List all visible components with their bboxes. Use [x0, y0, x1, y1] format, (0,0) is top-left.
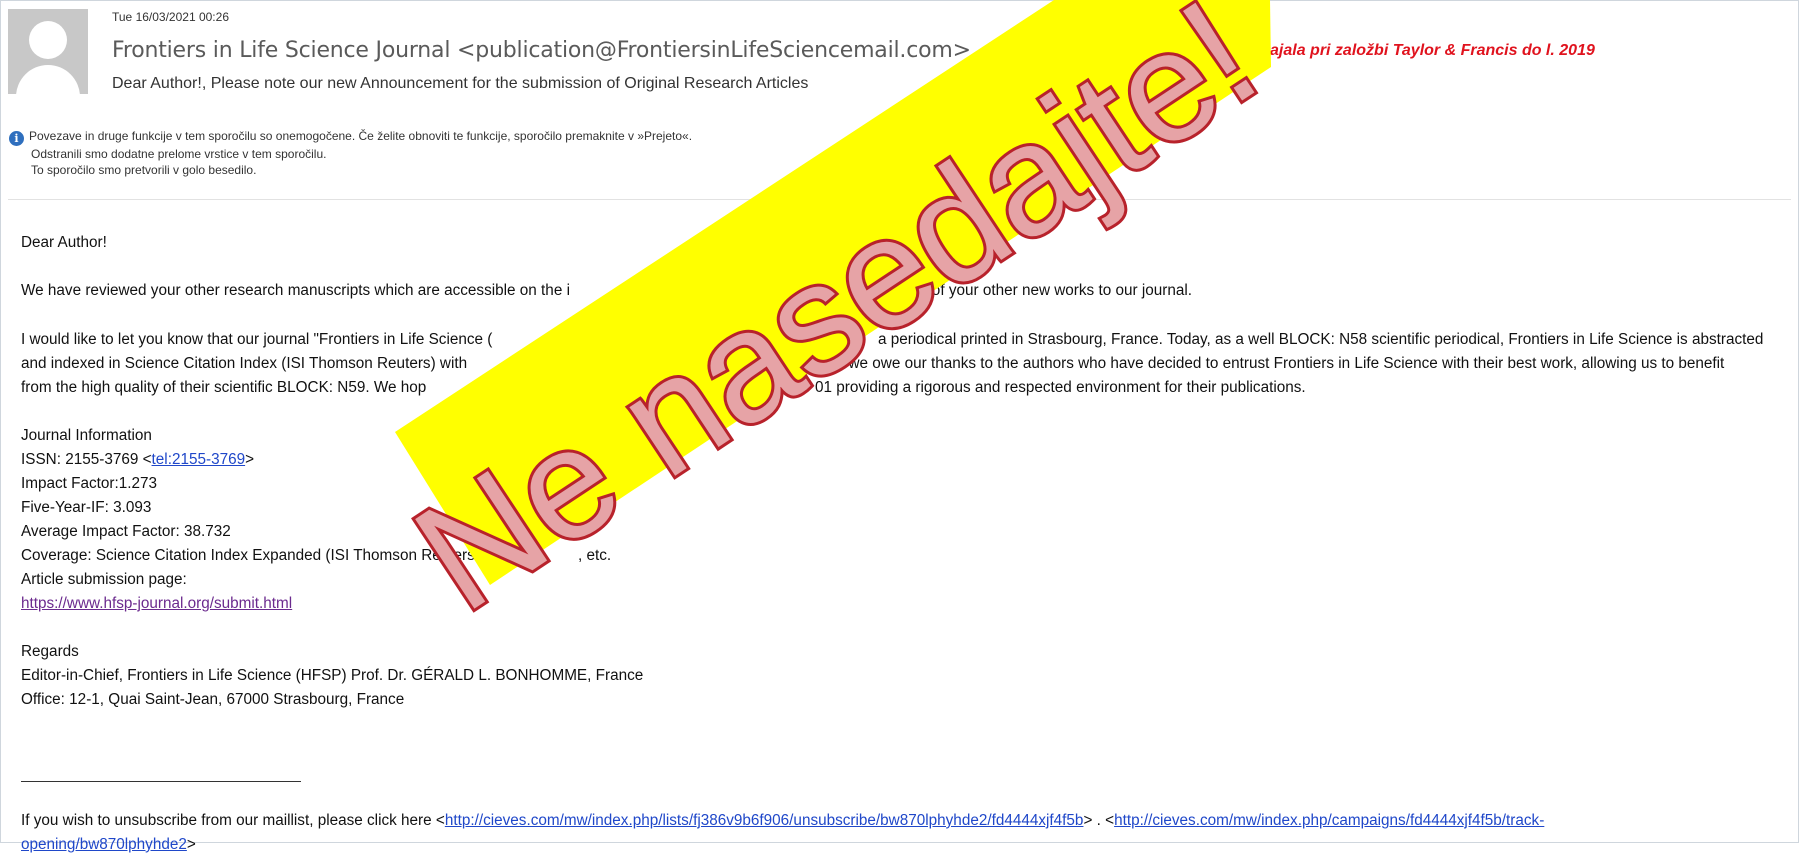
info-text-3: To sporočilo smo pretvorili v golo besed…	[31, 163, 257, 177]
paragraph-2-line-1b: a periodical printed in Strasbourg, Fran…	[878, 331, 1764, 348]
paragraph-2-line-3a: from the high quality of their scientifi…	[21, 379, 427, 396]
track-line-2: opening/bw870lphyhde2>	[21, 833, 1791, 857]
paragraph-2-line-2b: , we owe our thanks to the authors who h…	[840, 355, 1725, 372]
paragraph-1: We have reviewed your other research man…	[21, 282, 1192, 300]
info-text-2: Odstranili smo dodatne prelome vrstice v…	[31, 147, 327, 161]
message-window	[0, 0, 1799, 843]
footer-separator	[21, 781, 301, 782]
header-divider	[8, 199, 1791, 200]
issn-link[interactable]: tel:2155-3769	[152, 451, 246, 468]
submission-link[interactable]: https://www.hfsp-journal.org/submit.html	[21, 595, 292, 612]
greeting: Dear Author!	[21, 234, 107, 251]
five-year-if: Five-Year-IF: 3.093	[21, 499, 152, 516]
info-line-links-disabled[interactable]: i Povezave in druge funkcije v tem sporoč…	[9, 128, 692, 146]
info-icon: i	[9, 131, 24, 146]
coverage-end: , etc.	[578, 547, 612, 564]
issn-line: ISSN: 2155-3769 <tel:2155-3769>	[21, 448, 1791, 472]
track-close: >	[186, 836, 196, 853]
track-link[interactable]: http://cieves.com/mw/index.php/campaigns…	[1114, 812, 1544, 829]
impact-factor: Impact Factor:1.273	[21, 475, 158, 492]
message-subject: Dear Author!, Please note our new Announ…	[112, 75, 809, 92]
submission-line: https://www.hfsp-journal.org/submit.html	[21, 592, 1791, 616]
paragraph-2: I would like to let you know that our jo…	[21, 328, 1791, 400]
track-link-continued[interactable]: opening/bw870lphyhde2	[21, 836, 187, 853]
unsubscribe-link[interactable]: http://cieves.com/mw/index.php/lists/fj3…	[445, 812, 1084, 829]
signature-block: Regards Editor-in-Chief, Frontiers in Li…	[21, 640, 1791, 712]
paragraph-1-end: it any of your other new works to our jo…	[891, 282, 1192, 299]
average-impact-factor: Average Impact Factor: 38.732	[21, 523, 231, 540]
sender-avatar	[8, 9, 88, 94]
sender-name[interactable]: Frontiers in Life Science Journal <publi…	[112, 38, 971, 63]
editor-line: Editor-in-Chief, Frontiers in Life Scien…	[21, 667, 644, 684]
issn-close: >	[245, 451, 255, 468]
avatar-head-shape	[29, 21, 67, 59]
regards: Regards	[21, 643, 79, 660]
unsubscribe-block: If you wish to unsubscribe from our mail…	[21, 809, 1791, 857]
unsubscribe-mid: > . <	[1083, 812, 1115, 829]
warning-note: ie izhajala pri založbi Taylor & Francis…	[1230, 42, 1595, 59]
coverage-line: Coverage: Science Citation Index Expande…	[21, 544, 1791, 568]
journal-info-block: Journal Information ISSN: 2155-3769 <tel…	[21, 424, 1791, 616]
unsubscribe-line: If you wish to unsubscribe from our mail…	[21, 809, 1791, 833]
paragraph-2-line-3b: 01 providing a rigorous and respected en…	[815, 379, 1306, 396]
message-date: Tue 16/03/2021 00:26	[112, 10, 229, 24]
paragraph-2-line-2a: and indexed in Science Citation Index (I…	[21, 355, 468, 372]
paragraph-1-start: We have reviewed your other research man…	[21, 282, 570, 299]
issn-label: ISSN: 2155-3769 <	[21, 451, 152, 468]
avatar-body-shape	[16, 65, 80, 94]
office-line: Office: 12-1, Quai Saint-Jean, 67000 Str…	[21, 691, 405, 708]
info-bar: i Povezave in druge funkcije v tem sporoč…	[9, 128, 692, 178]
paragraph-2-line-1a: I would like to let you know that our jo…	[21, 331, 493, 348]
submission-label: Article submission page:	[21, 571, 187, 588]
info-text-1: Povezave in druge funkcije v tem sporoči…	[29, 129, 693, 143]
journal-info-heading: Journal Information	[21, 427, 152, 444]
coverage-text: Coverage: Science Citation Index Expande…	[21, 547, 475, 564]
unsubscribe-prefix: If you wish to unsubscribe from our mail…	[21, 812, 445, 829]
